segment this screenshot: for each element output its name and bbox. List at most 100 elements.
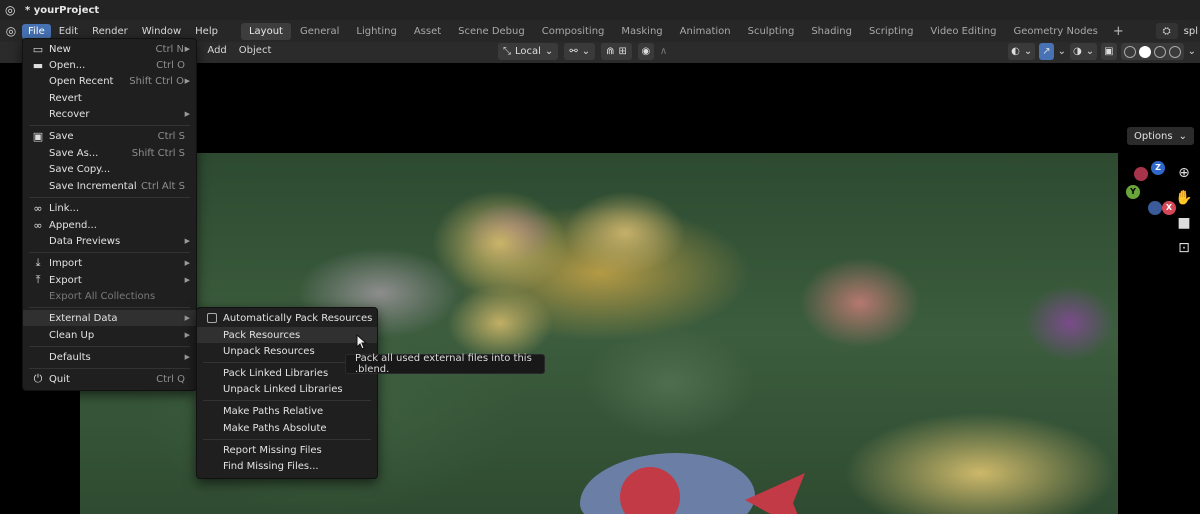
gizmo-neg-z-axis[interactable]: [1148, 201, 1162, 215]
tab-general[interactable]: General: [292, 23, 347, 40]
menu-item-external-data[interactable]: External Data ▶: [23, 310, 196, 326]
pivot-dropdown[interactable]: ⚯ ⌄: [564, 43, 596, 60]
proportional-edit-toggle[interactable]: ◉: [637, 43, 654, 60]
camera-icon[interactable]: ■: [1174, 213, 1194, 233]
title-bar: ◎ * yourProject: [0, 0, 1200, 20]
import-icon: ⤓: [35, 256, 41, 269]
menu-item-auto-pack[interactable]: Automatically Pack Resources: [197, 310, 377, 326]
menu-item-report-missing-files[interactable]: Report Missing Files: [197, 442, 377, 458]
tab-masking[interactable]: Masking: [613, 23, 670, 40]
zoom-icon[interactable]: ⊕: [1174, 163, 1194, 183]
chevron-down-icon[interactable]: ⌄: [1188, 46, 1196, 57]
gizmo-y-axis[interactable]: Y: [1126, 185, 1140, 199]
menu-item-clean-up[interactable]: Clean Up ▶: [23, 327, 196, 343]
menu-item-pack-resources[interactable]: Pack Resources: [197, 327, 377, 343]
menu-item-quit[interactable]: ⏻ Quit Ctrl Q: [23, 371, 196, 387]
chevron-down-icon[interactable]: ⌄: [1058, 46, 1066, 57]
xray-toggle[interactable]: ▣: [1101, 43, 1117, 60]
checkbox-icon[interactable]: [207, 313, 217, 323]
add-workspace-icon[interactable]: +: [1107, 24, 1130, 39]
blender-menu-icon[interactable]: ◎: [0, 20, 22, 42]
solid-shading-icon[interactable]: [1138, 45, 1151, 58]
menu-item-label: Pack Resources: [223, 329, 301, 341]
tooltip: Pack all used external files into this .…: [345, 353, 545, 375]
window-title: * yourProject: [25, 4, 100, 16]
menu-item-export-all-collections: Export All Collections: [23, 288, 196, 304]
shading-modes: [1120, 43, 1184, 60]
menu-item-label: Link...: [49, 202, 80, 214]
tab-layout[interactable]: Layout: [240, 22, 291, 40]
gizmo-neg-x-axis[interactable]: [1134, 167, 1148, 181]
menu-item-open-recent[interactable]: Open Recent Shift Ctrl O ▶: [23, 73, 196, 89]
chevron-right-icon: ▶: [184, 331, 190, 339]
menu-item-export[interactable]: ⤒ Export ▶: [23, 272, 196, 288]
material-shading-icon[interactable]: [1153, 45, 1166, 58]
menu-item-label: Data Previews: [49, 235, 121, 247]
tab-animation[interactable]: Animation: [672, 23, 739, 40]
orientation-label: Local: [515, 46, 541, 57]
menu-item-revert[interactable]: Revert: [23, 90, 196, 106]
snap-toggle[interactable]: ⋒ ⊞: [601, 43, 632, 60]
menu-item-save[interactable]: ▣ Save Ctrl S: [23, 128, 196, 144]
header-menu-object[interactable]: Object: [239, 45, 272, 56]
menu-item-link[interactable]: ∞ Link...: [23, 200, 196, 216]
scene-name[interactable]: spl: [1184, 26, 1198, 37]
menu-item-make-paths-relative[interactable]: Make Paths Relative: [197, 403, 377, 419]
overlays-toggle[interactable]: ◑ ⌄: [1070, 43, 1098, 60]
menu-item-recover[interactable]: Recover ▶: [23, 106, 196, 122]
workspace-tabs: Layout General Lighting Asset Scene Debu…: [240, 22, 1131, 40]
menu-edit[interactable]: Edit: [53, 24, 84, 39]
menu-item-save-incremental[interactable]: Save Incremental Ctrl Alt S: [23, 178, 196, 194]
menu-item-shortcut: Ctrl O: [156, 59, 185, 71]
gizmo-z-axis[interactable]: Z: [1151, 161, 1165, 175]
menu-item-label: Save Copy...: [49, 163, 111, 175]
save-icon: ▣: [32, 129, 44, 143]
menu-separator: [29, 307, 190, 308]
file-menu: ▭ New Ctrl N ▶ ▬ Open... Ctrl O Open Rec…: [22, 38, 197, 391]
header-menus: ct Add Object: [186, 45, 271, 56]
tab-compositing[interactable]: Compositing: [534, 23, 613, 40]
tab-shading[interactable]: Shading: [803, 23, 860, 40]
wireframe-shading-icon[interactable]: [1123, 45, 1136, 58]
menu-item-new[interactable]: ▭ New Ctrl N ▶: [23, 41, 196, 57]
menu-file[interactable]: File: [22, 23, 51, 39]
hand-pan-icon[interactable]: ✋: [1174, 188, 1194, 208]
tab-scripting[interactable]: Scripting: [861, 23, 921, 40]
menu-item-defaults[interactable]: Defaults ▶: [23, 349, 196, 365]
menu-item-unpack-linked-libraries[interactable]: Unpack Linked Libraries: [197, 381, 377, 397]
options-dropdown[interactable]: Options ⌄: [1127, 127, 1194, 145]
rendered-shading-icon[interactable]: [1168, 45, 1181, 58]
tab-lighting[interactable]: Lighting: [348, 23, 404, 40]
chevron-down-icon: ⌄: [1178, 130, 1187, 142]
menu-item-save-as[interactable]: Save As... Shift Ctrl S: [23, 145, 196, 161]
tab-sculpting[interactable]: Sculpting: [740, 23, 803, 40]
tab-geometry-nodes[interactable]: Geometry Nodes: [1005, 23, 1105, 40]
lock-icon[interactable]: ⊡: [1174, 238, 1194, 258]
gizmo-toggle[interactable]: ↗: [1039, 43, 1054, 60]
transform-controls: ⤡ Local ⌄ ⚯ ⌄ ⋒ ⊞ ◉ ∧: [498, 43, 667, 60]
menu-item-open[interactable]: ▬ Open... Ctrl O: [23, 57, 196, 73]
menu-item-import[interactable]: ⤓ Import ▶: [23, 255, 196, 271]
scene-icon[interactable]: ⛭: [1155, 23, 1178, 39]
tab-video-editing[interactable]: Video Editing: [922, 23, 1004, 40]
menu-item-save-copy[interactable]: Save Copy...: [23, 161, 196, 177]
tab-scene-debug[interactable]: Scene Debug: [450, 23, 533, 40]
menu-item-label: External Data: [49, 312, 118, 324]
proportional-icon: ◉: [641, 46, 651, 57]
menu-item-find-missing-files[interactable]: Find Missing Files...: [197, 458, 377, 474]
chevron-right-icon: ▶: [184, 45, 190, 53]
menu-item-make-paths-absolute[interactable]: Make Paths Absolute: [197, 420, 377, 436]
header-menu-add[interactable]: Add: [207, 45, 226, 56]
menu-item-shortcut: Shift Ctrl O: [129, 75, 184, 87]
tab-asset[interactable]: Asset: [406, 23, 449, 40]
menu-item-append[interactable]: ∞ Append...: [23, 217, 196, 233]
menu-window[interactable]: Window: [136, 24, 187, 39]
menu-item-label: Report Missing Files: [223, 444, 322, 456]
menu-item-data-previews[interactable]: Data Previews ▶: [23, 233, 196, 249]
visibility-dropdown[interactable]: ◐ ⌄: [1008, 43, 1036, 60]
orientation-dropdown[interactable]: ⤡ Local ⌄: [498, 43, 559, 60]
menu-item-label: Save: [49, 130, 74, 142]
menu-render[interactable]: Render: [86, 24, 134, 39]
falloff-icon[interactable]: ∧: [660, 46, 667, 57]
menu-help[interactable]: Help: [189, 24, 224, 39]
